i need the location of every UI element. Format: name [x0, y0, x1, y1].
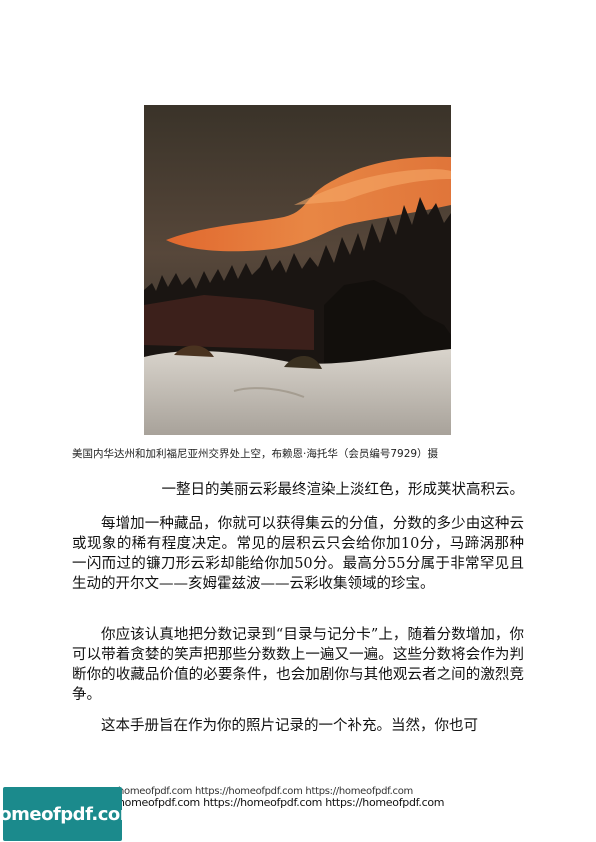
homeofpdf-badge[interactable]: homeofpdf.com [0, 787, 139, 841]
body-paragraph: 这本手册旨在作为你的照片记录的一个补充。当然，你也可 [101, 718, 478, 734]
body-paragraph: 你应该认真地把分数记录到“目录与记分卡”上，随着分数增加，你可以带着贪婪的笑声把… [72, 627, 524, 703]
photo-caption: 美国内华达州和加利福尼亚州交界处上空，布赖恩·海托华（会员编号7929）摄 [72, 448, 439, 460]
watermark-url-line[interactable]: homeofpdf.com https://homeofpdf.com http… [118, 796, 445, 809]
body-paragraph: 每增加一种藏品，你就可以获得集云的分值，分数的多少由这种云或现象的稀有程度决定。… [72, 516, 524, 592]
lead-sentence: 一整日的美丽云彩最终渲染上淡红色，形成荚状高积云。 [161, 482, 525, 498]
lenticular-cloud-photo [144, 105, 451, 435]
